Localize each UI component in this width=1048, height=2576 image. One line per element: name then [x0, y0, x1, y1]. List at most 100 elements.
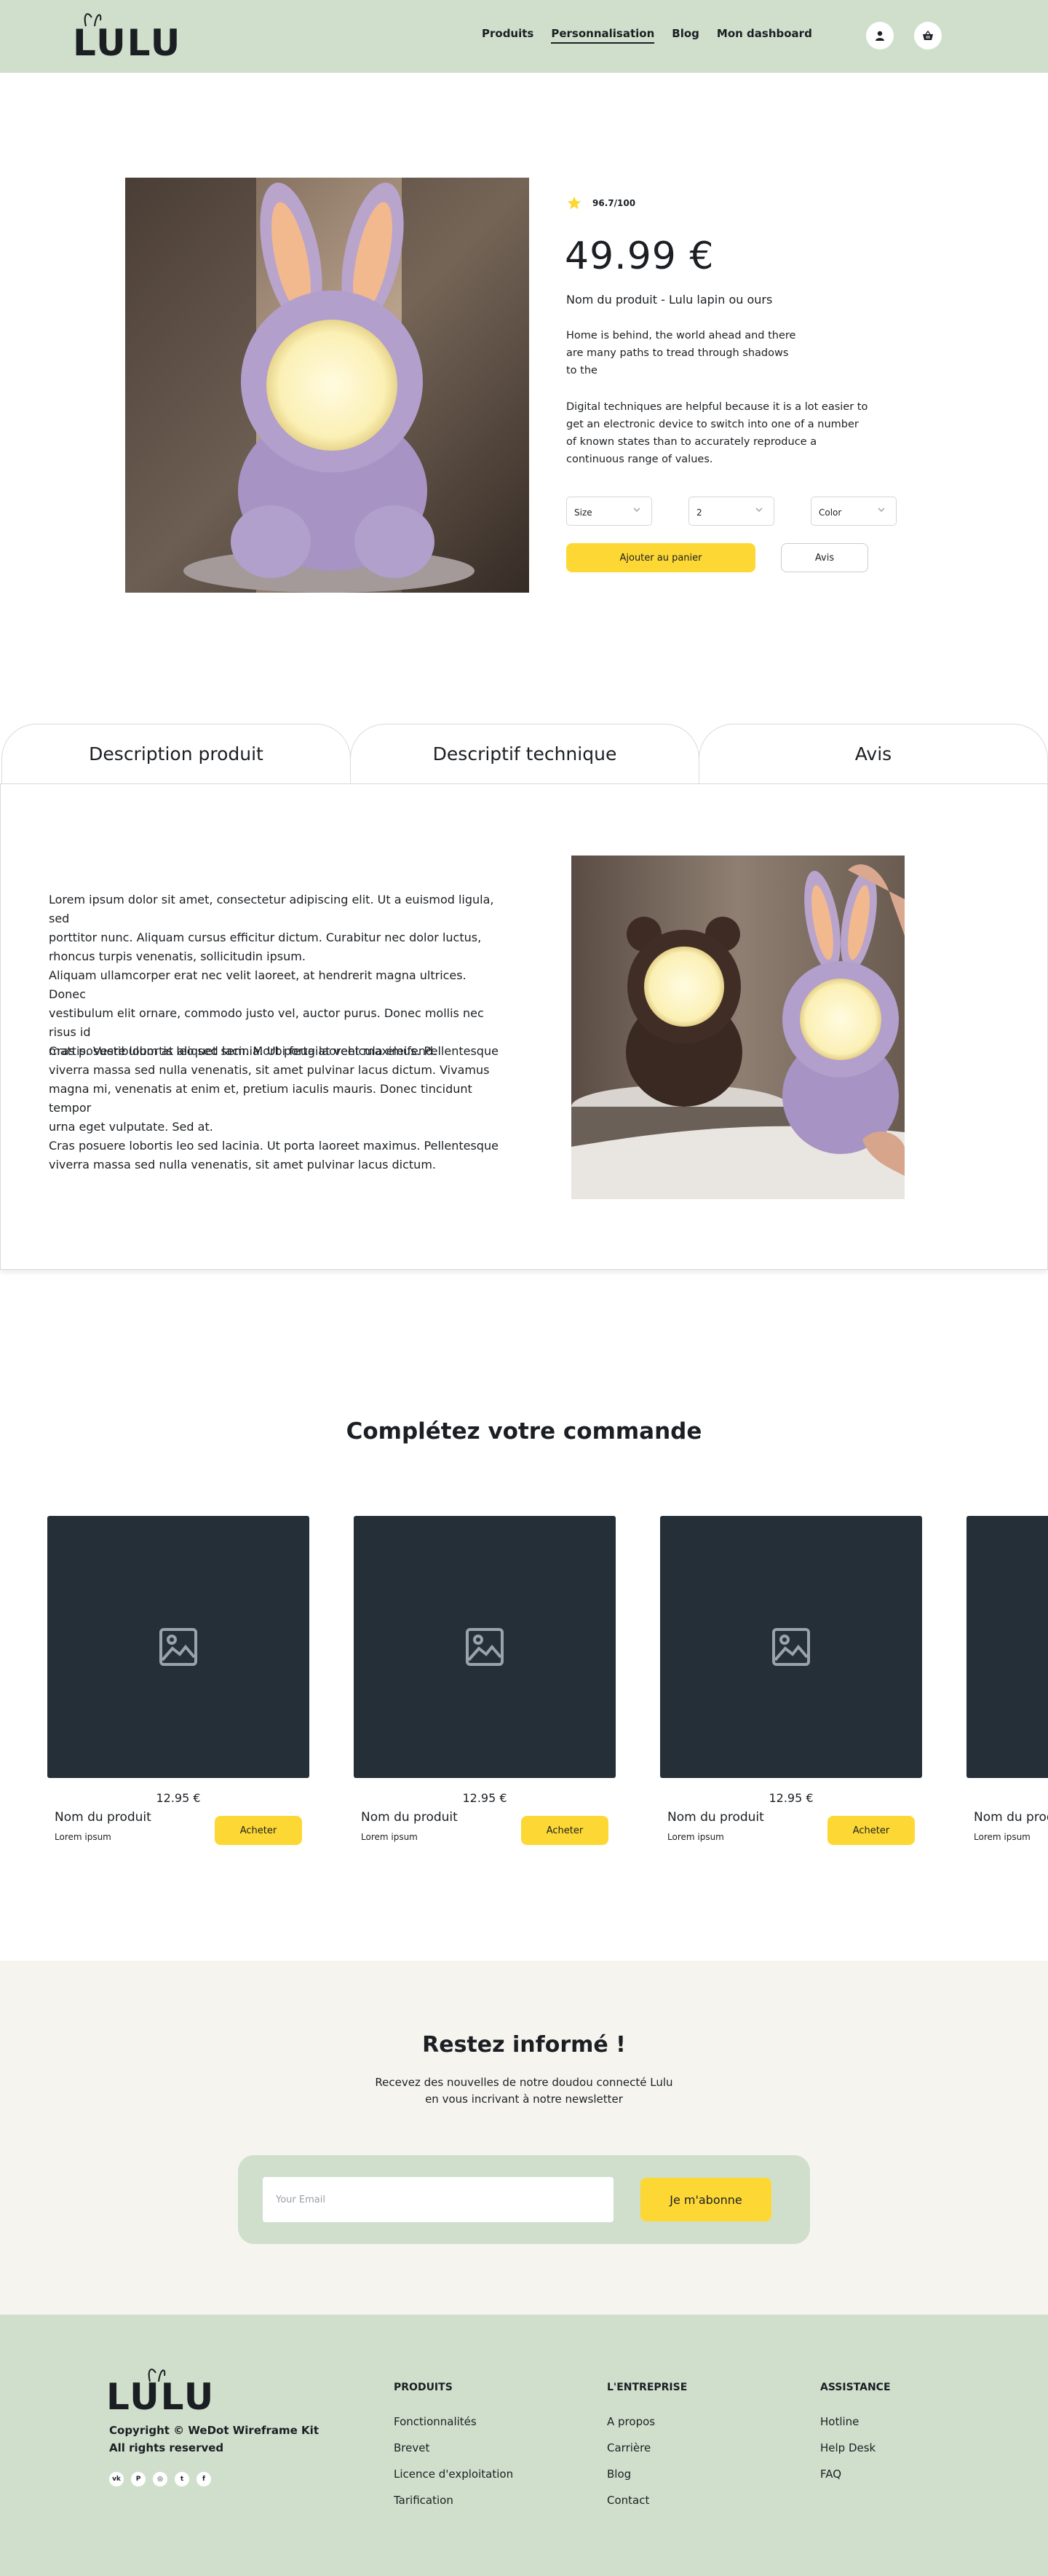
cart-button[interactable] [914, 22, 942, 50]
footer-link[interactable]: Licence d'exploitation [394, 2468, 513, 2481]
copyright-line: All rights reserved [109, 2441, 224, 2454]
chevron-down-icon [633, 507, 640, 512]
twitter-icon[interactable]: t [175, 2472, 189, 2486]
footer-link[interactable]: Hotline [820, 2415, 859, 2428]
product-card-subtitle: Lorem ipsum [55, 1832, 111, 1842]
nav-dashboard[interactable]: Mon dashboard [717, 27, 812, 44]
footer-column-title: L'ENTREPRISE [607, 2382, 688, 2393]
buy-button[interactable]: Acheter [521, 1816, 608, 1845]
product-image[interactable] [125, 178, 529, 593]
footer-link[interactable]: Contact [607, 2494, 649, 2507]
site-footer: LULU Copyright © WeDot Wireframe Kit All… [0, 2315, 1048, 2576]
nav-produits[interactable]: Produits [482, 27, 533, 44]
chevron-down-icon [755, 507, 763, 512]
lulu-logo[interactable]: LULU [73, 10, 196, 61]
product-card-image[interactable] [966, 1516, 1048, 1778]
site-header: LULU Produits Personnalisation Blog Mon … [0, 0, 1048, 73]
paragraph-line: viverra massa sed nulla venenatis, sit a… [49, 1158, 436, 1172]
user-icon [876, 31, 884, 41]
copyright-line: Copyright © WeDot Wireframe Kit [109, 2424, 319, 2437]
newsletter-section: Restez informé ! Recevez des nouvelles d… [0, 1961, 1048, 2315]
newsletter-subtitle-line: Recevez des nouvelles de notre doudou co… [375, 2076, 673, 2089]
footer-link[interactable]: FAQ [820, 2468, 841, 2481]
buy-button[interactable]: Acheter [827, 1816, 915, 1845]
footer-logo[interactable]: LULU [106, 2364, 230, 2415]
bunny-lamp-photo [125, 178, 529, 593]
main-nav: Produits Personnalisation Blog Mon dashb… [482, 27, 830, 44]
facebook-icon[interactable]: f [196, 2472, 211, 2486]
logo-text: LULU [73, 22, 181, 61]
footer-link[interactable]: Fonctionnalités [394, 2415, 477, 2428]
footer-link[interactable]: Carrière [607, 2441, 651, 2454]
description-paragraph: Lorem ipsum dolor sit amet, consectetur … [49, 890, 500, 966]
footer-link[interactable]: A propos [607, 2415, 655, 2428]
product-card-image[interactable] [47, 1516, 309, 1778]
instagram-icon[interactable]: ◎ [153, 2472, 167, 2486]
product-card-name: Nom du produit [974, 1810, 1048, 1825]
nav-personnalisation[interactable]: Personnalisation [551, 27, 655, 44]
nav-blog[interactable]: Blog [672, 27, 699, 44]
paragraph-line: Cras posuere lobortis leo sed lacinia. U… [49, 1044, 499, 1058]
footer-link[interactable]: Brevet [394, 2441, 429, 2454]
product-card: 12.95 € Nom du produit Lorem ipsum Achet… [47, 1516, 309, 1845]
paragraph-line: Lorem ipsum dolor sit amet, consectetur … [49, 893, 494, 925]
email-input[interactable] [263, 2177, 614, 2222]
chevron-down-icon [878, 507, 885, 512]
tab-description[interactable]: Description produit [1, 724, 351, 783]
basket-icon [923, 30, 933, 40]
reviews-button[interactable]: Avis [781, 543, 868, 572]
pinterest-icon[interactable]: P [131, 2472, 146, 2486]
paragraph-line: rhoncus turpis venenatis, sollicitudin i… [49, 949, 306, 963]
product-card-subtitle: Lorem ipsum [974, 1832, 1031, 1842]
footer-logo-text: LULU [106, 2376, 215, 2415]
vk-icon[interactable]: vk [109, 2472, 124, 2486]
desc-line: continuous range of values. [566, 454, 713, 465]
desc-line: Home is behind, the world ahead and ther… [566, 330, 796, 341]
product-card-price: 12.95 € [156, 1791, 201, 1805]
size-select-value: Size [574, 507, 592, 518]
tab-technical[interactable]: Descriptif technique [350, 724, 699, 783]
buy-button[interactable]: Acheter [215, 1816, 302, 1845]
tab-reviews[interactable]: Avis [699, 724, 1048, 783]
desc-line: to the [566, 365, 598, 376]
footer-column-title: PRODUITS [394, 2382, 453, 2393]
product-name: Nom du produit - Lulu lapin ou ours [566, 293, 773, 307]
paragraph-line: porttitor nunc. Aliquam cursus efficitur… [49, 931, 482, 944]
product-card-name: Nom du produit [55, 1810, 151, 1825]
account-button[interactable] [866, 22, 894, 50]
product-card-price: 12.95 € [769, 1791, 814, 1805]
footer-link[interactable]: Help Desk [820, 2441, 876, 2454]
star-icon [567, 196, 581, 210]
add-to-cart-button[interactable]: Ajouter au panier [566, 543, 755, 572]
footer-column-title: ASSISTANCE [820, 2382, 891, 2393]
complete-order-title: Complétez votre commande [346, 1418, 702, 1445]
description-paragraph: Cras posuere lobortis leo sed lacinia. U… [49, 1042, 500, 1137]
newsletter-title: Restez informé ! [422, 2032, 626, 2058]
product-description-1: Home is behind, the world ahead and ther… [566, 327, 795, 379]
product-price: 49.99 € [565, 234, 715, 278]
paragraph-line: vestibulum elit ornare, commodo justo ve… [49, 1006, 484, 1039]
footer-link[interactable]: Blog [607, 2468, 631, 2481]
product-card: 12.95 € Nom du produit Lorem ipsum Achet… [354, 1516, 616, 1845]
desc-line: are many paths to tread through shadows [566, 347, 789, 359]
footer-link[interactable]: Tarification [394, 2494, 453, 2507]
color-select[interactable]: Color [811, 497, 897, 526]
product-card: Nom du produit Lorem ipsum [966, 1516, 1048, 1851]
product-card-image[interactable] [660, 1516, 922, 1778]
quantity-select[interactable]: 2 [688, 497, 774, 526]
subscribe-button[interactable]: Je m'abonne [640, 2178, 771, 2221]
paragraph-line: magna mi, venenatis at enim et, pretium … [49, 1082, 472, 1115]
paragraph-line: Cras posuere lobortis leo sed lacinia. U… [49, 1139, 499, 1153]
description-paragraph: Cras posuere lobortis leo sed lacinia. U… [49, 1137, 500, 1174]
desc-line: Digital techniques are helpful because i… [566, 401, 868, 413]
tab-panel-description: Lorem ipsum dolor sit amet, consectetur … [0, 783, 1048, 1270]
product-card-image[interactable] [354, 1516, 616, 1778]
description-image [571, 856, 905, 1199]
image-placeholder-icon [466, 1628, 504, 1666]
bear-and-bunny-lamps-photo [571, 856, 905, 1199]
size-select[interactable]: Size [566, 497, 652, 526]
product-tabs: Lorem ipsum dolor sit amet, consectetur … [0, 724, 1048, 1270]
product-card-subtitle: Lorem ipsum [361, 1832, 418, 1842]
color-select-value: Color [819, 507, 842, 518]
product-card-subtitle: Lorem ipsum [667, 1832, 724, 1842]
